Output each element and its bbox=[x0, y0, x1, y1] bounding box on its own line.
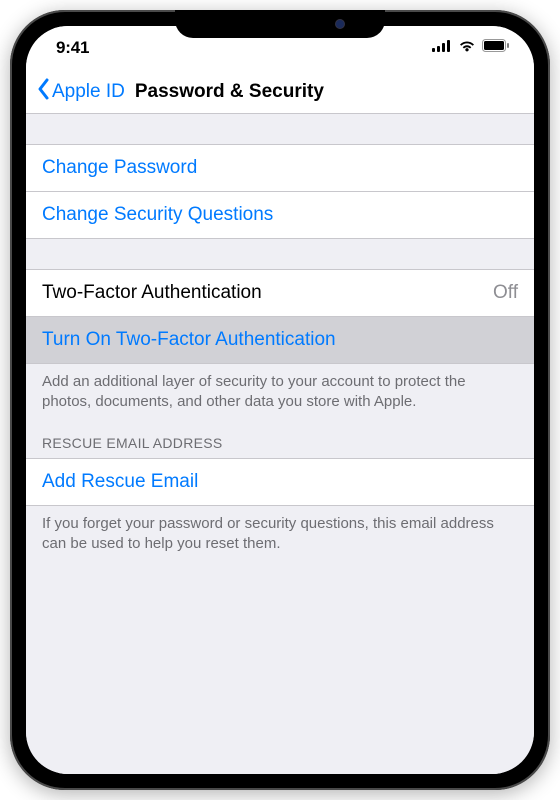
back-label: Apple ID bbox=[52, 81, 125, 103]
rescue-email-footer: If you forget your password or security … bbox=[26, 506, 534, 555]
two-factor-label: Two-Factor Authentication bbox=[42, 282, 262, 304]
change-password-label: Change Password bbox=[42, 157, 197, 179]
back-button[interactable]: Apple ID bbox=[36, 78, 125, 106]
turn-on-two-factor-row[interactable]: Turn On Two-Factor Authentication bbox=[26, 317, 534, 364]
status-icons bbox=[432, 39, 510, 57]
cellular-icon bbox=[432, 39, 452, 57]
group-password: Change Password Change Security Question… bbox=[26, 144, 534, 239]
two-factor-footer: Add an additional layer of security to y… bbox=[26, 364, 534, 413]
wifi-icon bbox=[458, 39, 476, 57]
status-time: 9:41 bbox=[56, 38, 89, 58]
screen: 9:41 Apple ID Password & S bbox=[26, 26, 534, 774]
turn-on-two-factor-label: Turn On Two-Factor Authentication bbox=[42, 329, 336, 351]
change-questions-label: Change Security Questions bbox=[42, 204, 273, 226]
page-title: Password & Security bbox=[135, 81, 324, 103]
navigation-bar: Apple ID Password & Security bbox=[26, 70, 534, 114]
iphone-frame: 9:41 Apple ID Password & S bbox=[10, 10, 550, 790]
front-camera bbox=[335, 19, 345, 29]
chevron-left-icon bbox=[36, 78, 50, 106]
group-rescue-email: Add Rescue Email If you forget your pass… bbox=[26, 458, 534, 555]
change-security-questions-row[interactable]: Change Security Questions bbox=[26, 192, 534, 239]
group-two-factor: Two-Factor Authentication Off Turn On Tw… bbox=[26, 269, 534, 413]
battery-icon bbox=[482, 39, 510, 57]
device-notch bbox=[175, 10, 385, 38]
change-password-row[interactable]: Change Password bbox=[26, 144, 534, 192]
two-factor-value: Off bbox=[493, 282, 518, 304]
two-factor-status-row[interactable]: Two-Factor Authentication Off bbox=[26, 269, 534, 317]
add-rescue-email-label: Add Rescue Email bbox=[42, 471, 198, 493]
rescue-email-header: RESCUE EMAIL ADDRESS bbox=[26, 413, 534, 458]
add-rescue-email-row[interactable]: Add Rescue Email bbox=[26, 458, 534, 506]
settings-content: Change Password Change Security Question… bbox=[26, 114, 534, 774]
